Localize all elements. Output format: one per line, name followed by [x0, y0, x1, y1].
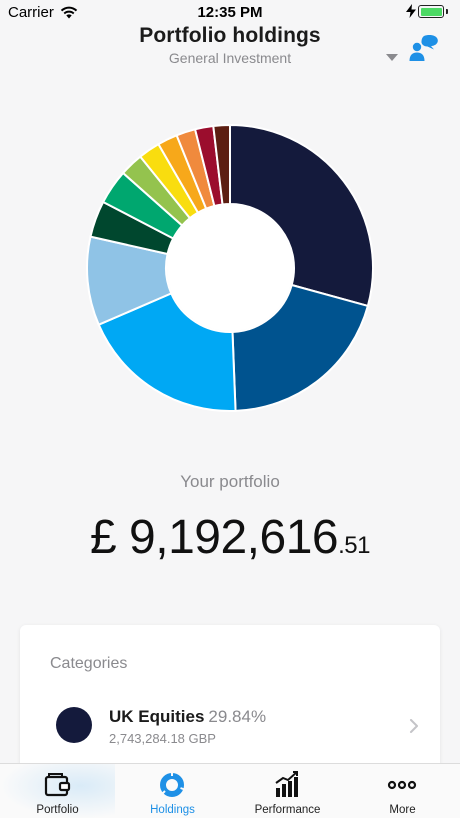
status-bar: Carrier 12:35 PM [0, 0, 460, 24]
status-time: 12:35 PM [197, 4, 263, 21]
portfolio-value-pence: .51 [338, 532, 370, 559]
category-color-dot [56, 707, 92, 743]
chevron-right-icon [410, 719, 418, 733]
chat-bubbles-icon[interactable] [408, 34, 440, 62]
tab-label: Holdings [150, 804, 195, 816]
page-title: Portfolio holdings [139, 24, 321, 47]
category-percent: 29.84% [208, 707, 267, 726]
category-name: UK Equities 29.84% [109, 707, 266, 727]
wallet-icon [44, 773, 71, 797]
tab-holdings[interactable]: Holdings [115, 764, 230, 818]
category-row-uk-equities[interactable]: UK Equities 29.84% 2,743,284.18 GBP [20, 705, 440, 753]
more-dots-icon [387, 780, 417, 790]
charging-icon [406, 4, 416, 18]
categories-title: Categories [50, 655, 128, 672]
portfolio-value: £ 9,192,616.51 [0, 510, 460, 565]
header: Portfolio holdings General Investment [0, 24, 460, 74]
tab-label: Performance [254, 804, 321, 816]
holdings-donut-chart[interactable] [85, 123, 375, 413]
bar-chart-icon [275, 771, 298, 797]
tab-bar: Portfolio Holdings Performance More [0, 763, 460, 818]
category-label: UK Equities [109, 707, 205, 726]
tab-performance[interactable]: Performance [230, 764, 345, 818]
portfolio-value-main: £ 9,192,616 [90, 511, 339, 564]
tab-more[interactable]: More [345, 764, 460, 818]
tab-label: Portfolio [36, 804, 79, 816]
category-amount: 2,743,284.18 GBP [109, 731, 216, 746]
battery-icon [418, 5, 448, 18]
donut-hole [167, 205, 293, 331]
portfolio-label: Your portfolio [180, 472, 280, 491]
donut-chart-icon [160, 771, 185, 797]
tab-label: More [389, 804, 416, 816]
tab-portfolio[interactable]: Portfolio [0, 764, 115, 818]
triangle-down-icon[interactable] [386, 54, 398, 61]
